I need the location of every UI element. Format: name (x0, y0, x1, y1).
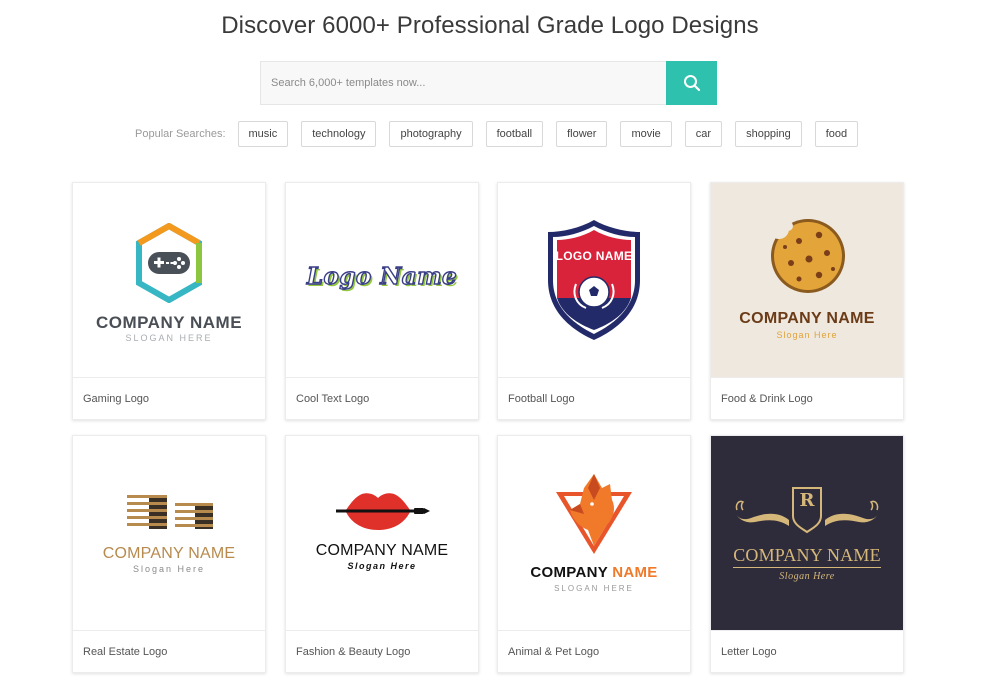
company-name: COMPANY NAME (315, 542, 449, 559)
lips-brush-icon (336, 493, 430, 530)
logo-thumbnail: COMPANY NAME Slogan Here (73, 436, 265, 630)
company-name: COMPANY NAME (739, 310, 875, 327)
logo-card-fashion-beauty[interactable]: COMPANY NAME Slogan Here Fashion & Beaut… (285, 435, 479, 673)
logo-thumbnail: LOGO NAME (498, 183, 690, 377)
tag-shopping[interactable]: shopping (735, 121, 802, 147)
tag-food[interactable]: food (814, 121, 859, 147)
card-label: Football Logo (498, 377, 690, 419)
card-label: Fashion & Beauty Logo (286, 630, 478, 672)
logo-card-food-drink[interactable]: COMPANY NAME Slogan Here Food & Drink Lo… (710, 182, 904, 420)
logo-thumbnail: Logo Name (286, 183, 478, 377)
popular-searches-label: Popular Searches: (135, 128, 226, 140)
logo-card-football[interactable]: LOGO NAME Football Logo (497, 182, 691, 420)
logo-card-real-estate[interactable]: COMPANY NAME Slogan Here Real Estate Log… (72, 435, 266, 673)
logo-thumbnail: COMPANY NAME SLOGAN HERE (73, 183, 265, 377)
card-label: Letter Logo (711, 630, 903, 672)
logo-thumbnail: COMPANY NAME Slogan Here (286, 436, 478, 630)
cookie-icon (769, 219, 845, 293)
logo-card-letter[interactable]: R COMPANY NAME Slogan Here Letter Logo (710, 435, 904, 673)
slogan: Slogan Here (132, 564, 206, 574)
card-label: Food & Drink Logo (711, 377, 903, 419)
company-name-second: NAME (612, 564, 658, 581)
logo-card-animal-pet[interactable]: COMPANY NAME SLOGAN HERE Animal & Pet Lo… (497, 435, 691, 673)
logo-card-cool-text[interactable]: Logo Name Cool Text Logo (285, 182, 479, 420)
logo-thumbnail: R COMPANY NAME Slogan Here (711, 436, 903, 630)
tag-flower[interactable]: flower (556, 121, 608, 147)
slogan: Slogan Here (779, 571, 835, 582)
tag-football[interactable]: football (485, 121, 544, 147)
buildings-icon (127, 491, 213, 529)
tag-photography[interactable]: photography (389, 121, 473, 147)
company-name: COMPANY NAME (102, 545, 236, 562)
company-name: COMPANY NAME (733, 545, 881, 565)
search-icon (683, 75, 700, 92)
tag-car[interactable]: car (684, 121, 723, 147)
slogan: Slogan Here (776, 330, 838, 340)
company-name: COMPANY NAME (498, 564, 690, 581)
page-title: Discover 6000+ Professional Grade Logo D… (221, 12, 759, 39)
search-button[interactable] (666, 61, 717, 105)
search-input[interactable] (260, 61, 666, 105)
tag-music[interactable]: music (237, 121, 289, 147)
tag-movie[interactable]: movie (620, 121, 672, 147)
company-name-first: COMPANY (530, 564, 608, 581)
logo-thumbnail: COMPANY NAME Slogan Here (711, 183, 903, 377)
card-label: Gaming Logo (73, 377, 265, 419)
monogram-letter: R (799, 490, 815, 511)
search-bar (260, 61, 717, 105)
card-label: Cool Text Logo (286, 377, 478, 419)
card-label: Animal & Pet Logo (498, 630, 690, 672)
logo-text: LOGO NAME (555, 249, 633, 263)
slogan: Slogan Here (347, 561, 417, 571)
logo-text: Logo Name (306, 262, 458, 290)
popular-searches: Popular Searches: music technology photo… (135, 121, 871, 147)
divider (733, 567, 881, 568)
slogan: SLOGAN HERE (554, 584, 634, 593)
fox-triangle-icon (556, 474, 632, 554)
company-name: COMPANY NAME (95, 313, 243, 332)
logo-thumbnail: COMPANY NAME SLOGAN HERE (498, 436, 690, 630)
football-shield-icon (548, 220, 640, 340)
slogan: SLOGAN HERE (125, 333, 213, 343)
card-label: Real Estate Logo (73, 630, 265, 672)
tag-technology[interactable]: technology (301, 121, 377, 147)
gamepad-hexagon-icon (136, 223, 202, 303)
logo-card-gaming[interactable]: COMPANY NAME SLOGAN HERE Gaming Logo (72, 182, 266, 420)
